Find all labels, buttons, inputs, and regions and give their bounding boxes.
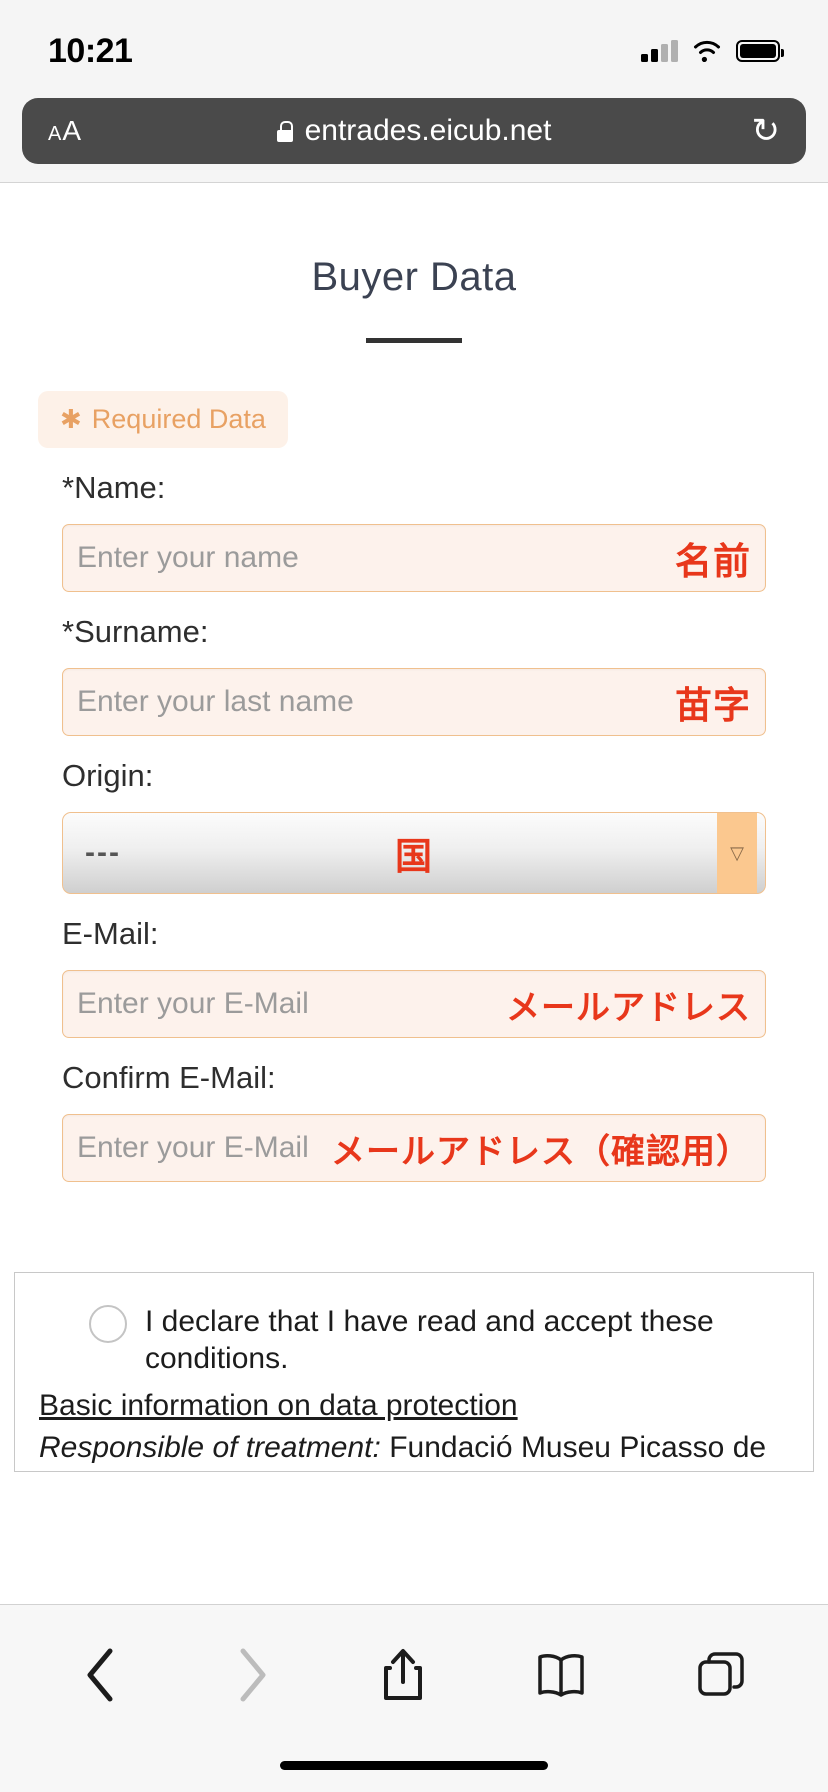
conditions-accept-row[interactable]: I declare that I have read and accept th…: [39, 1303, 789, 1377]
name-input[interactable]: Enter your name 名前: [62, 524, 766, 592]
accept-conditions-radio[interactable]: [89, 1305, 127, 1343]
field-surname: *Surname: Enter your last name 苗字: [0, 614, 828, 736]
field-label-confirm-email: Confirm E-Mail:: [62, 1060, 276, 1095]
title-divider: [366, 338, 462, 343]
browser-toolbar: [0, 1604, 828, 1792]
text-size-small-a: A: [48, 123, 62, 145]
conditions-box: I declare that I have read and accept th…: [14, 1272, 814, 1472]
address-bar[interactable]: AA entrades.eicub.net ↻: [22, 98, 806, 164]
share-icon[interactable]: [379, 1646, 427, 1704]
field-email: E-Mail: Enter your E-Mail メールアドレス: [0, 916, 828, 1038]
browser-chrome: AA entrades.eicub.net ↻: [0, 88, 828, 183]
data-protection-link[interactable]: Basic information on data protection: [39, 1389, 789, 1423]
status-bar: 10:21: [0, 0, 828, 88]
lock-icon: [276, 120, 294, 142]
buyer-data-form: ✱ Required Data *Name: Enter your name 名…: [0, 391, 828, 1182]
field-name: *Name: Enter your name 名前: [0, 470, 828, 592]
confirm-email-input[interactable]: Enter your E-Mail メールアドレス（確認用）: [62, 1114, 766, 1182]
name-japanese-label: 名前: [675, 539, 751, 583]
cellular-signal-icon: [641, 40, 678, 62]
required-data-badge: ✱ Required Data: [38, 391, 288, 448]
confirm-email-japanese-label: メールアドレス（確認用）: [331, 1131, 751, 1172]
field-confirm-email: Confirm E-Mail: Enter your E-Mail メールアドレ…: [0, 1060, 828, 1182]
email-japanese-label: メールアドレス: [506, 987, 751, 1028]
origin-select-value: ---: [85, 836, 121, 869]
text-size-big-a: A: [62, 115, 82, 146]
email-input[interactable]: Enter your E-Mail メールアドレス: [62, 970, 766, 1038]
field-label-origin: Origin:: [62, 758, 154, 793]
back-button[interactable]: [82, 1645, 122, 1705]
responsible-label: Responsible of treatment:: [39, 1431, 381, 1465]
status-bar-time: 10:21: [48, 31, 133, 70]
text-size-button[interactable]: AA: [48, 115, 81, 147]
book-icon[interactable]: [535, 1650, 587, 1700]
chevron-down-icon[interactable]: ▽: [716, 813, 757, 893]
origin-select[interactable]: --- 国 ▽: [62, 812, 766, 894]
responsible-of-treatment: Responsible of treatment: Fundació Museu…: [39, 1429, 789, 1471]
accept-conditions-label: I declare that I have read and accept th…: [145, 1305, 714, 1376]
forward-button[interactable]: [231, 1645, 271, 1705]
web-page: Buyer Data ✱ Required Data *Name: Enter …: [0, 183, 828, 1475]
surname-input-placeholder: Enter your last name: [77, 685, 354, 718]
field-origin: Origin: --- 国 ▽: [0, 758, 828, 894]
field-label-name: *Name:: [62, 470, 166, 505]
email-input-placeholder: Enter your E-Mail: [77, 987, 309, 1020]
wifi-icon: [694, 40, 720, 62]
name-input-placeholder: Enter your name: [77, 541, 299, 574]
reload-button[interactable]: ↻: [752, 114, 781, 148]
field-label-surname: *Surname:: [62, 614, 209, 649]
confirm-email-input-placeholder: Enter your E-Mail: [77, 1131, 309, 1164]
surname-input[interactable]: Enter your last name 苗字: [62, 668, 766, 736]
battery-icon: [736, 40, 784, 62]
tabs-icon[interactable]: [696, 1650, 746, 1700]
origin-japanese-label: 国: [394, 834, 433, 878]
home-indicator: [280, 1761, 548, 1770]
field-label-email: E-Mail:: [62, 916, 159, 951]
asterisk-icon: ✱: [60, 404, 82, 434]
surname-japanese-label: 苗字: [675, 683, 751, 727]
address-bar-url: entrades.eicub.net: [304, 114, 552, 147]
address-bar-content: entrades.eicub.net: [22, 114, 806, 148]
status-bar-indicators: [641, 40, 784, 62]
page-title: Buyer Data: [311, 255, 517, 299]
required-data-label: Required Data: [91, 404, 266, 434]
